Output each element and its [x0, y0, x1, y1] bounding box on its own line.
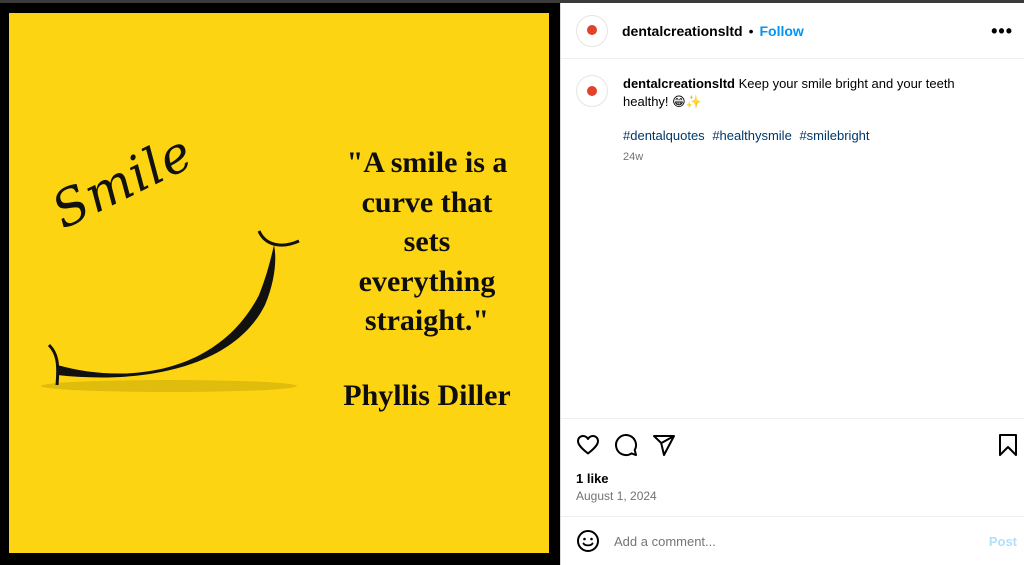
header-separator: • — [748, 22, 754, 39]
caption-username[interactable]: dentalcreationsltd — [623, 76, 735, 91]
quote-line: everything — [358, 264, 496, 298]
logo-icon — [587, 85, 597, 96]
quote-line: curve that — [361, 185, 493, 219]
hashtags: #dentalquotes #healthysmile #smilebright — [623, 128, 874, 143]
heart-icon[interactable] — [576, 433, 600, 457]
quote-line: sets — [403, 225, 451, 258]
post-comment-button[interactable]: Post — [989, 534, 1017, 549]
hashtag-link[interactable]: #healthysmile — [712, 128, 792, 143]
like-count[interactable]: 1 like — [576, 471, 609, 486]
bookmark-icon[interactable] — [996, 433, 1020, 457]
post-details-panel: dentalcreationsltd • Follow ••• dentalcr… — [560, 3, 1024, 565]
post-header: dentalcreationsltd • Follow ••• — [561, 3, 1024, 59]
quote-text: "A smile is a curve that sets everything… — [327, 143, 527, 341]
logo-icon — [587, 25, 597, 35]
avatar[interactable] — [576, 75, 608, 107]
post-media: Smile "A smile is a curve that sets ever… — [0, 0, 1024, 565]
quote-line: "A smile is a — [346, 146, 508, 179]
header-username[interactable]: dentalcreationsltd — [622, 23, 743, 39]
comment-input[interactable] — [614, 533, 974, 549]
action-bar — [561, 418, 1024, 468]
hashtag-link[interactable]: #dentalquotes — [623, 128, 705, 143]
comment-icon[interactable] — [614, 433, 638, 457]
post-date: August 1, 2024 — [576, 489, 657, 503]
quote-line: straight." — [364, 304, 490, 337]
avatar[interactable] — [576, 14, 608, 47]
hashtag-link[interactable]: #smilebright — [799, 128, 869, 143]
comment-bar: Post — [561, 516, 1024, 565]
quote-author: Phyllis Diller — [343, 379, 511, 412]
caption-text: dentalcreationsltd Keep your smile brigh… — [623, 75, 1003, 111]
post-time-ago[interactable]: 24w — [623, 151, 643, 163]
follow-button[interactable]: Follow — [760, 23, 804, 39]
send-icon[interactable] — [652, 433, 676, 457]
post-image[interactable]: Smile "A smile is a curve that sets ever… — [9, 13, 549, 553]
more-options-icon[interactable]: ••• — [991, 21, 1013, 42]
emoji-icon[interactable] — [576, 529, 600, 553]
